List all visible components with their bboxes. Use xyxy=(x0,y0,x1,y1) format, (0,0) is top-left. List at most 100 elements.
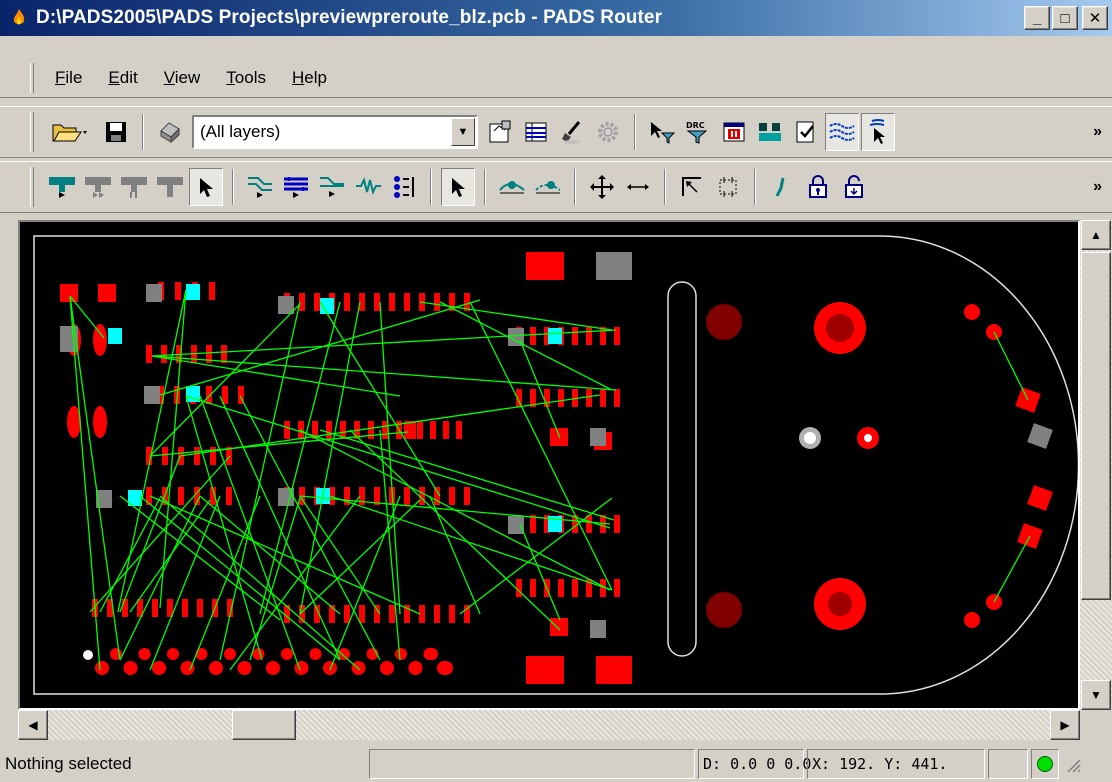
maximize-button[interactable]: □ xyxy=(1052,6,1078,30)
toolbar-overflow-button[interactable]: » xyxy=(1093,178,1102,196)
vertical-scroll-thumb[interactable] xyxy=(1081,252,1111,600)
drc-filter-button[interactable]: DRC xyxy=(681,113,715,151)
pcb-drawing[interactable] xyxy=(20,222,1078,708)
select-arrow-button[interactable] xyxy=(189,168,223,206)
status-led-icon xyxy=(1037,756,1053,772)
scroll-up-button[interactable]: ▲ xyxy=(1081,220,1111,250)
fanout-button[interactable] xyxy=(243,168,277,206)
menu-help[interactable]: Help xyxy=(279,68,340,88)
menu-edit[interactable]: Edit xyxy=(95,68,150,88)
layer-select-dropdown-button[interactable]: ▼ xyxy=(451,118,475,146)
pads-router-app-icon[interactable] xyxy=(8,7,30,29)
print-icon xyxy=(160,122,180,144)
route-button[interactable] xyxy=(753,113,787,151)
add-via-button[interactable] xyxy=(495,168,529,206)
large-pad-gray xyxy=(596,252,632,280)
scroll-down-button[interactable]: ▼ xyxy=(1081,680,1111,710)
minimize-button[interactable]: _ xyxy=(1024,6,1050,30)
ratsnest-line xyxy=(519,339,561,439)
scroll-right-button[interactable]: ▶ xyxy=(1050,710,1080,740)
ic-pin xyxy=(389,605,395,623)
ratsnest-icon xyxy=(829,123,855,141)
corner-button[interactable] xyxy=(675,168,709,206)
status-blank-panel-2 xyxy=(988,749,1028,779)
unlock-button[interactable] xyxy=(837,168,871,206)
layer-select[interactable]: (All layers) ▼ xyxy=(192,115,478,149)
toolbar-separator xyxy=(484,169,486,205)
spreadsheet-icon xyxy=(525,122,547,142)
ic-pin xyxy=(530,579,536,597)
ic-pin xyxy=(449,605,455,623)
ic-pin xyxy=(226,487,232,505)
move-button[interactable] xyxy=(585,168,619,206)
ic-pin xyxy=(146,345,152,363)
vertical-scrollbar[interactable]: ▲ ▼ xyxy=(1080,220,1112,710)
ratsnest-line xyxy=(349,429,561,631)
box-select-button[interactable] xyxy=(711,168,745,206)
route-mid2-button[interactable] xyxy=(117,168,151,206)
scroll-left-button[interactable]: ◀ xyxy=(18,710,48,740)
draw-trace-button[interactable] xyxy=(765,168,799,206)
smd-pad-gray xyxy=(590,620,606,638)
stretch-button[interactable] xyxy=(621,168,655,206)
smd-pad-gray xyxy=(144,386,160,404)
smd-pad-gray xyxy=(590,428,606,446)
layer-select-value: (All layers) xyxy=(200,122,281,141)
spreadsheet-button[interactable] xyxy=(519,113,553,151)
ic-pin xyxy=(586,327,592,345)
resize-grip-icon[interactable] xyxy=(1062,754,1082,774)
open-button[interactable] xyxy=(45,113,97,151)
bus-route-button[interactable] xyxy=(279,168,313,206)
brush-button[interactable] xyxy=(555,113,589,151)
lock-button[interactable] xyxy=(801,168,835,206)
toolbar-separator xyxy=(142,114,144,150)
ic-pin xyxy=(404,487,410,505)
save-button[interactable] xyxy=(99,113,133,151)
through-hole-pin xyxy=(408,661,423,675)
ratsnest-line xyxy=(119,495,201,661)
through-hole-pin xyxy=(439,661,453,675)
through-hole-pin xyxy=(224,648,236,660)
menu-view[interactable]: View xyxy=(151,68,214,88)
move-via-icon xyxy=(535,181,561,194)
stop-icon xyxy=(723,122,745,142)
route-net-button[interactable] xyxy=(315,168,349,206)
select-arrow2-button[interactable] xyxy=(441,168,475,206)
select-mode-toggle-button[interactable] xyxy=(861,113,895,151)
menu-edit-rest: dit xyxy=(119,67,138,87)
move-via-button[interactable] xyxy=(531,168,565,206)
toolbar-overflow-button[interactable]: » xyxy=(1093,123,1102,141)
menu-tools[interactable]: Tools xyxy=(213,68,279,88)
toolbar-separator xyxy=(664,169,666,205)
pcb-canvas[interactable] xyxy=(18,220,1080,710)
via-core xyxy=(864,434,872,442)
close-button[interactable]: ✕ xyxy=(1082,6,1108,30)
stop-button[interactable] xyxy=(717,113,751,151)
arrow-left-icon: ◀ xyxy=(28,718,38,732)
scrollbar-corner xyxy=(1080,710,1112,740)
menu-file[interactable]: File xyxy=(42,68,95,88)
ratsnest-toggle-button[interactable] xyxy=(825,113,859,151)
route-bottom-button[interactable] xyxy=(153,168,187,206)
filter-select-button[interactable] xyxy=(645,113,679,151)
route-mid1-button[interactable] xyxy=(81,168,115,206)
spread-button[interactable] xyxy=(387,168,421,206)
print-button[interactable] xyxy=(153,113,187,151)
connector-pad xyxy=(1027,485,1053,511)
ic-pin xyxy=(456,421,462,439)
tune-button[interactable] xyxy=(351,168,385,206)
gear-button[interactable] xyxy=(591,113,625,151)
horizontal-scroll-thumb[interactable] xyxy=(232,710,296,740)
oval-pad xyxy=(93,406,107,438)
select-arrow2-icon xyxy=(452,178,465,197)
ic-pin xyxy=(404,293,410,311)
toolbar-grip[interactable] xyxy=(30,112,34,152)
route-top-button[interactable] xyxy=(45,168,79,206)
through-hole-pin xyxy=(237,661,252,675)
menu-grip[interactable] xyxy=(30,62,34,93)
toolbar-grip[interactable] xyxy=(30,167,34,207)
verify-button[interactable] xyxy=(789,113,823,151)
menu-file-accel: F xyxy=(55,67,66,87)
properties-button[interactable] xyxy=(483,113,517,151)
horizontal-scrollbar[interactable]: ◀ ▶ xyxy=(18,710,1080,740)
